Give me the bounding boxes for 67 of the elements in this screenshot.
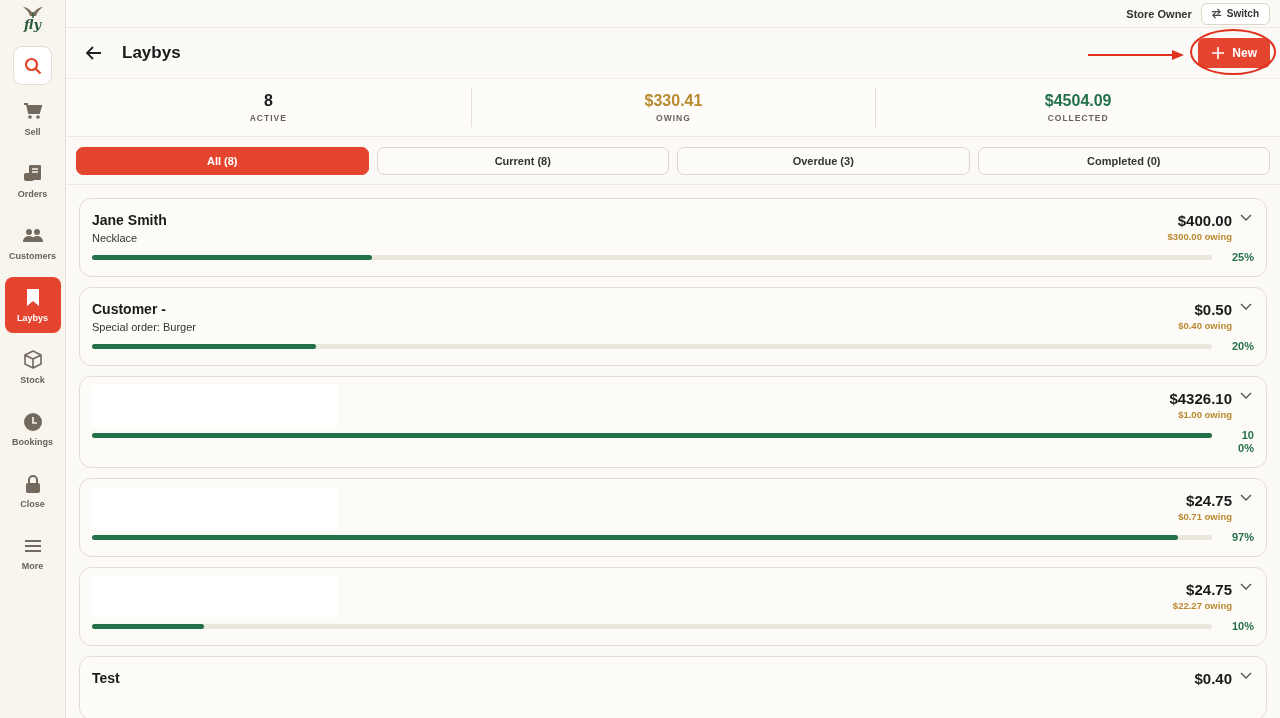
search-icon bbox=[23, 56, 42, 75]
stat-label: OWING bbox=[656, 113, 691, 123]
stat-value: $330.41 bbox=[644, 92, 703, 110]
customer-name: Jane Smith bbox=[92, 212, 168, 228]
percent-paid: 100% bbox=[1237, 429, 1254, 455]
total-amount: $24.75 bbox=[1185, 581, 1232, 598]
owing-amount: $300.00 owing bbox=[1167, 231, 1232, 242]
total-amount: $400.00 bbox=[1176, 212, 1232, 229]
nav-item[interactable]: Customers bbox=[4, 215, 61, 271]
stat-value: 8 bbox=[263, 92, 273, 110]
filter-tab[interactable]: Completed (0) bbox=[977, 146, 1270, 175]
nav-item[interactable]: Sell bbox=[4, 91, 61, 147]
filter-tab[interactable]: All (8) bbox=[76, 146, 369, 175]
filter-tab[interactable]: Overdue (3) bbox=[677, 146, 970, 175]
nav-item[interactable]: Bookings bbox=[4, 401, 61, 457]
layby-card[interactable]: $24.75 $0.71 owing 97% bbox=[79, 478, 1267, 557]
stat-label: COLLECTED bbox=[1047, 113, 1109, 123]
plus-icon bbox=[1212, 47, 1225, 59]
nav-item[interactable]: Laybys bbox=[4, 277, 61, 333]
percent-paid: 97% bbox=[1230, 531, 1254, 544]
box-icon bbox=[22, 349, 43, 370]
chevron-down-icon bbox=[1240, 214, 1252, 222]
percent-paid: 10% bbox=[1230, 620, 1254, 633]
chevron-down-icon bbox=[1240, 303, 1252, 311]
owing-amount: $0.40 owing bbox=[1178, 320, 1232, 331]
total-amount: $0.40 bbox=[1194, 670, 1232, 687]
clock-icon bbox=[22, 411, 43, 432]
nav-item[interactable]: Stock bbox=[4, 339, 61, 395]
chevron-down-icon bbox=[1240, 494, 1252, 502]
owing-amount: $0.71 owing bbox=[1178, 511, 1232, 522]
customer-name: Test bbox=[92, 670, 121, 686]
swap-icon bbox=[1210, 8, 1222, 19]
layby-card[interactable]: $4326.10 $1.00 owing 100% bbox=[79, 376, 1267, 468]
item-description: Special order: Burger bbox=[92, 321, 197, 333]
percent-paid: 25% bbox=[1230, 251, 1254, 264]
receipt-icon bbox=[22, 163, 43, 184]
bird-icon bbox=[21, 6, 44, 18]
user-name: Store Owner bbox=[1126, 7, 1192, 20]
filter-tab[interactable]: Current (8) bbox=[376, 146, 669, 175]
page-title: Laybys bbox=[122, 43, 181, 63]
total-amount: $4326.10 bbox=[1169, 390, 1232, 407]
nav-item[interactable]: Orders bbox=[4, 153, 61, 209]
layby-card[interactable]: Test $0.40 bbox=[79, 656, 1267, 718]
stat-label: ACTIVE bbox=[249, 113, 287, 123]
switch-button[interactable]: Switch bbox=[1200, 2, 1270, 25]
customer-name: Customer - bbox=[92, 301, 167, 317]
new-button[interactable]: New bbox=[1198, 38, 1270, 68]
stat-value: $4504.09 bbox=[1044, 92, 1112, 110]
chevron-down-icon bbox=[1240, 583, 1252, 591]
total-amount: $0.50 bbox=[1193, 301, 1232, 318]
back-button[interactable] bbox=[84, 44, 104, 62]
total-amount: $24.75 bbox=[1185, 492, 1232, 509]
back-arrow-icon bbox=[86, 46, 102, 60]
layby-card[interactable]: Customer - Special order: Burger $0.50 $0.40 owing 20% bbox=[79, 287, 1267, 366]
owing-amount: $1.00 owing bbox=[1177, 409, 1232, 420]
nav-item[interactable]: More bbox=[4, 525, 61, 581]
logo-text: fly bbox=[24, 18, 41, 32]
item-description: Necklace bbox=[92, 232, 139, 244]
percent-paid: 20% bbox=[1230, 340, 1254, 353]
cart-icon bbox=[22, 101, 43, 122]
search-button[interactable] bbox=[13, 46, 52, 85]
owing-amount: $22.27 owing bbox=[1172, 600, 1232, 611]
nav-item[interactable]: Close bbox=[4, 463, 61, 519]
layby-card[interactable]: Jane Smith Necklace $400.00 $300.00 owing 25% bbox=[79, 198, 1267, 277]
chevron-down-icon bbox=[1240, 392, 1252, 400]
chevron-down-icon bbox=[1240, 672, 1252, 680]
layby-card[interactable]: $24.75 $22.27 owing 10% bbox=[79, 567, 1267, 646]
